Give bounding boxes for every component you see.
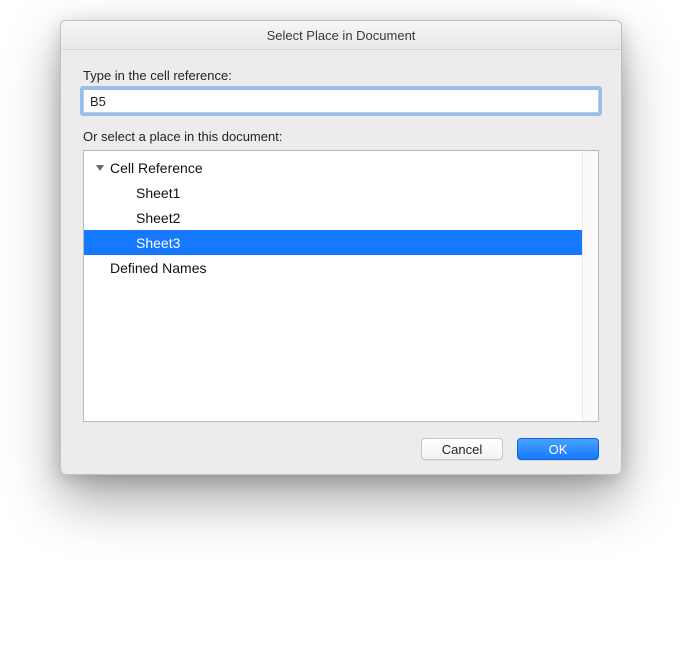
cell-reference-input[interactable] (83, 89, 599, 113)
ok-button-label: OK (549, 442, 568, 457)
dialog-body: Type in the cell reference: Or select a … (61, 50, 621, 474)
tree-group-cell-reference[interactable]: Cell Reference (84, 155, 583, 180)
tree-group-defined-names[interactable]: Defined Names (84, 255, 583, 280)
place-select-label: Or select a place in this document: (83, 129, 599, 144)
ok-button[interactable]: OK (517, 438, 599, 460)
tree-item-sheet3[interactable]: Sheet3 (84, 230, 583, 255)
select-place-dialog: Select Place in Document Type in the cel… (60, 20, 622, 475)
cell-reference-label: Type in the cell reference: (83, 68, 599, 83)
cancel-button[interactable]: Cancel (421, 438, 503, 460)
tree-group-label: Defined Names (110, 260, 207, 276)
tree-item-label: Sheet2 (136, 210, 180, 226)
tree-item-sheet2[interactable]: Sheet2 (84, 205, 583, 230)
tree-group-label: Cell Reference (110, 160, 203, 176)
dialog-titlebar[interactable]: Select Place in Document (61, 21, 621, 50)
dialog-footer: Cancel OK (83, 422, 599, 460)
tree-item-sheet1[interactable]: Sheet1 (84, 180, 583, 205)
tree-item-label: Sheet1 (136, 185, 180, 201)
tree-item-label: Sheet3 (136, 235, 180, 251)
cell-reference-field-focus-ring (83, 89, 599, 113)
disclosure-triangle-down-icon[interactable] (94, 163, 106, 173)
place-tree-container: Cell Reference Sheet1 Sheet2 Sheet3 Defi… (83, 150, 599, 422)
dialog-title: Select Place in Document (267, 28, 416, 43)
place-tree[interactable]: Cell Reference Sheet1 Sheet2 Sheet3 Defi… (84, 151, 583, 421)
cancel-button-label: Cancel (442, 442, 482, 457)
scrollbar-vertical[interactable] (582, 151, 598, 421)
